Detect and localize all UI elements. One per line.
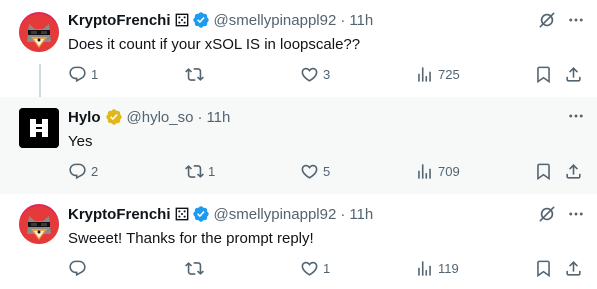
retweet-icon xyxy=(185,65,204,84)
action-bar: 1 3 725 xyxy=(68,64,588,84)
display-name[interactable]: Hylo xyxy=(68,109,101,126)
hylo-logo-icon xyxy=(19,108,59,148)
reply-icon xyxy=(68,259,87,278)
retweet-icon xyxy=(185,259,204,278)
reply-icon xyxy=(68,162,87,181)
separator-dot: · xyxy=(197,108,203,126)
heart-icon xyxy=(300,259,319,278)
like-count: 5 xyxy=(323,163,331,179)
view-count: 119 xyxy=(438,260,459,276)
timestamp[interactable]: 11h xyxy=(349,12,373,29)
tweet-reply[interactable]: KryptoFrenchi @smellypinappl92 · 11h Swe… xyxy=(0,194,597,289)
share-button[interactable] xyxy=(564,64,583,84)
more-options-icon[interactable] xyxy=(567,205,585,223)
like-count: 3 xyxy=(323,66,331,82)
timestamp[interactable]: 11h xyxy=(349,206,373,223)
tweet-reply[interactable]: Hylo @hylo_so · 11h Yes 2 1 5 709 xyxy=(0,97,597,194)
verified-badge-icon[interactable] xyxy=(192,11,210,29)
tweet-header: KryptoFrenchi @smellypinappl92 · 11h xyxy=(68,204,373,224)
grok-icon[interactable] xyxy=(537,10,557,30)
handle[interactable]: @smellypinappl92 xyxy=(214,206,337,223)
tweet-header: Hylo @hylo_so · 11h xyxy=(68,107,230,127)
dice-emoji-icon xyxy=(175,13,189,27)
share-icon xyxy=(564,162,583,181)
heart-icon xyxy=(300,162,319,181)
more-options-icon[interactable] xyxy=(567,11,585,29)
avatar[interactable] xyxy=(19,12,59,52)
views-button[interactable]: 119 xyxy=(415,258,459,278)
share-icon xyxy=(564,65,583,84)
bookmark-button[interactable] xyxy=(534,64,553,84)
bookmark-button[interactable] xyxy=(534,258,553,278)
more-options-icon[interactable] xyxy=(567,107,585,125)
bookmark-icon xyxy=(534,65,553,84)
reply-icon xyxy=(68,65,87,84)
heart-icon xyxy=(300,65,319,84)
verified-badge-icon[interactable] xyxy=(192,205,210,223)
retweet-button[interactable] xyxy=(185,64,208,84)
tweet-text: Sweeet! Thanks for the prompt reply! xyxy=(68,230,314,247)
like-count: 1 xyxy=(323,260,331,276)
reply-count: 2 xyxy=(91,163,99,179)
retweet-button[interactable]: 1 xyxy=(185,161,215,181)
avatar[interactable] xyxy=(19,204,59,244)
views-chart-icon xyxy=(415,259,434,278)
share-button[interactable] xyxy=(564,161,583,181)
view-count: 725 xyxy=(438,66,460,82)
views-button[interactable]: 725 xyxy=(415,64,460,84)
like-button[interactable]: 5 xyxy=(300,161,330,181)
handle[interactable]: @smellypinappl92 xyxy=(214,12,337,29)
reply-button[interactable]: 1 xyxy=(68,64,98,84)
reply-button[interactable]: 2 xyxy=(68,161,98,181)
avatar[interactable] xyxy=(19,108,59,148)
retweet-button[interactable] xyxy=(185,258,208,278)
views-chart-icon xyxy=(415,162,434,181)
display-name[interactable]: KryptoFrenchi xyxy=(68,206,171,223)
bookmark-icon xyxy=(534,162,553,181)
reply-count: 1 xyxy=(91,66,99,82)
separator-dot: · xyxy=(340,11,346,29)
tweet-reply[interactable]: KryptoFrenchi @smellypinappl92 · 11h Doe… xyxy=(0,0,597,97)
share-icon xyxy=(564,259,583,278)
bookmark-icon xyxy=(534,259,553,278)
tweet-header: KryptoFrenchi @smellypinappl92 · 11h xyxy=(68,10,373,30)
action-bar: 2 1 5 709 xyxy=(68,161,588,181)
retweet-count: 1 xyxy=(208,163,216,179)
share-button[interactable] xyxy=(564,258,583,278)
retweet-icon xyxy=(185,162,204,181)
verified-gold-badge-icon[interactable] xyxy=(105,108,123,126)
tweet-text: Does it count if your xSOL IS in loopsca… xyxy=(68,36,361,53)
view-count: 709 xyxy=(438,163,460,179)
views-chart-icon xyxy=(415,65,434,84)
grok-icon[interactable] xyxy=(537,204,557,224)
bookmark-button[interactable] xyxy=(534,161,553,181)
tweet-text: Yes xyxy=(68,133,93,150)
reply-button[interactable] xyxy=(68,258,91,278)
display-name[interactable]: KryptoFrenchi xyxy=(68,12,171,29)
dice-emoji-icon xyxy=(175,207,189,221)
handle[interactable]: @hylo_so xyxy=(127,109,194,126)
like-button[interactable]: 1 xyxy=(300,258,330,278)
timestamp[interactable]: 11h xyxy=(206,109,230,126)
separator-dot: · xyxy=(340,205,346,223)
like-button[interactable]: 3 xyxy=(300,64,330,84)
action-bar: 1 119 xyxy=(68,258,588,278)
views-button[interactable]: 709 xyxy=(415,161,460,181)
